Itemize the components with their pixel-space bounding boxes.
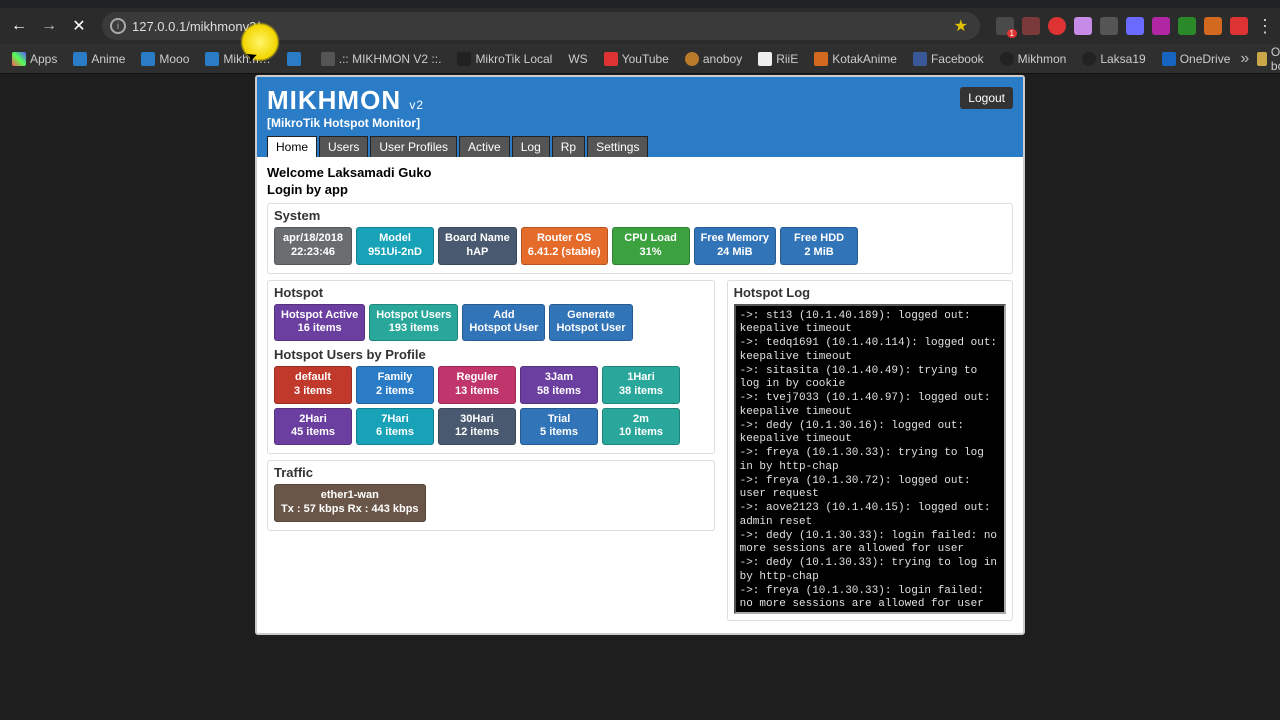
extension-icon[interactable]	[1126, 17, 1144, 35]
extension-icon[interactable]	[996, 17, 1014, 35]
apps-button[interactable]: Apps	[6, 50, 63, 68]
tile-generate[interactable]: GenerateHotspot User	[549, 304, 632, 342]
tile-cpu-load[interactable]: CPU Load31%	[612, 227, 690, 265]
tab-users[interactable]: Users	[319, 136, 368, 157]
tab-rp[interactable]: Rp	[552, 136, 585, 157]
extension-icon[interactable]	[1178, 17, 1196, 35]
back-button[interactable]: ←	[6, 13, 32, 39]
bookmark-item[interactable]: RiiE	[752, 50, 804, 68]
tile-apr-18-2018[interactable]: apr/18/201822:23:46	[274, 227, 352, 265]
app-brand: MIKHMON v2	[267, 85, 1013, 116]
bookmark-item[interactable]: MikroTik Local	[451, 50, 558, 68]
app-window: Logout MIKHMON v2 [MikroTik Hotspot Moni…	[255, 75, 1025, 635]
tab-settings[interactable]: Settings	[587, 136, 648, 157]
url-text: 127.0.0.1/mikhmonv2/	[132, 19, 260, 34]
tile-board-name[interactable]: Board NamehAP	[438, 227, 517, 265]
bookmark-item[interactable]: Laksa19	[1076, 50, 1151, 68]
traffic-tiles: ether1-wanTx : 57 kbps Rx : 443 kbps	[274, 484, 708, 522]
extension-icon[interactable]	[1048, 17, 1066, 35]
profile-tiles: default3 itemsFamily2 itemsReguler13 ite…	[274, 366, 694, 445]
profiles-title: Hotspot Users by Profile	[274, 347, 708, 362]
bookmark-overflow-icon[interactable]: »	[1240, 50, 1249, 68]
system-title: System	[274, 208, 1006, 223]
hotspot-log-title: Hotspot Log	[734, 285, 1006, 300]
tile-2hari[interactable]: 2Hari45 items	[274, 408, 352, 446]
tile-family[interactable]: Family2 items	[356, 366, 434, 404]
bookmark-item[interactable]: Anime	[67, 50, 131, 68]
stop-button[interactable]: ✕	[66, 13, 92, 39]
welcome-line: Welcome Laksamadi Guko	[267, 165, 1013, 180]
hotspot-tiles: Hotspot Active16 itemsHotspot Users193 i…	[274, 304, 708, 342]
nav-tabs: HomeUsersUser ProfilesActiveLogRpSetting…	[267, 136, 1013, 157]
extension-icon[interactable]	[1204, 17, 1222, 35]
tile-default[interactable]: default3 items	[274, 366, 352, 404]
logout-button[interactable]: Logout	[960, 87, 1013, 109]
system-panel: System apr/18/201822:23:46Model951Ui-2nD…	[267, 203, 1013, 274]
system-tiles: apr/18/201822:23:46Model951Ui-2nDBoard N…	[274, 227, 1006, 265]
bookmark-item[interactable]: Mikhm…	[199, 50, 276, 68]
tile-hotspot-users[interactable]: Hotspot Users193 items	[369, 304, 458, 342]
tile-model[interactable]: Model951Ui-2nD	[356, 227, 434, 265]
browser-toolbar: ← → ✕ i 127.0.0.1/mikhmonv2/ ★ ⋮	[0, 8, 1280, 44]
browser-tabstrip	[0, 0, 1280, 8]
tile-free-hdd[interactable]: Free HDD2 MiB	[780, 227, 858, 265]
bookmarks-bar: Apps Anime Mooo Mikhm… .:: MIKHMON V2 ::…	[0, 44, 1280, 74]
hotspot-log-panel: Hotspot Log ->: st13 (10.1.40.189): logg…	[727, 280, 1013, 621]
app-header: Logout MIKHMON v2 [MikroTik Hotspot Moni…	[257, 77, 1023, 157]
hotspot-title: Hotspot	[274, 285, 708, 300]
site-info-icon[interactable]: i	[110, 18, 126, 34]
tab-user-profiles[interactable]: User Profiles	[370, 136, 457, 157]
tile-router-os[interactable]: Router OS6.41.2 (stable)	[521, 227, 608, 265]
login-line: Login by app	[267, 182, 1013, 197]
tab-home[interactable]: Home	[267, 136, 317, 157]
bookmark-item[interactable]: Facebook	[907, 50, 990, 68]
traffic-title: Traffic	[274, 465, 708, 480]
tab-log[interactable]: Log	[512, 136, 550, 157]
extension-icon[interactable]	[1074, 17, 1092, 35]
bookmark-item[interactable]: KotakAnime	[808, 50, 903, 68]
menu-icon[interactable]: ⋮	[1256, 16, 1274, 37]
hotspot-log-text[interactable]: ->: st13 (10.1.40.189): logged out: keep…	[734, 304, 1006, 614]
tile-reguler[interactable]: Reguler13 items	[438, 366, 516, 404]
tile-ether1-wan[interactable]: ether1-wanTx : 57 kbps Rx : 443 kbps	[274, 484, 426, 522]
tile-3jam[interactable]: 3Jam58 items	[520, 366, 598, 404]
hotspot-panel: Hotspot Hotspot Active16 itemsHotspot Us…	[267, 280, 715, 455]
bookmark-item[interactable]: YouTube	[598, 50, 675, 68]
traffic-panel: Traffic ether1-wanTx : 57 kbps Rx : 443 …	[267, 460, 715, 531]
tile-2m[interactable]: 2m10 items	[602, 408, 680, 446]
tile-1hari[interactable]: 1Hari38 items	[602, 366, 680, 404]
tile-trial[interactable]: Trial5 items	[520, 408, 598, 446]
tile-add[interactable]: AddHotspot User	[462, 304, 545, 342]
bookmark-item[interactable]	[281, 50, 311, 68]
omnibox[interactable]: i 127.0.0.1/mikhmonv2/ ★	[102, 12, 980, 40]
bookmark-item[interactable]: anoboy	[679, 50, 748, 68]
tile-7hari[interactable]: 7Hari6 items	[356, 408, 434, 446]
tab-active[interactable]: Active	[459, 136, 510, 157]
app-subtitle: [MikroTik Hotspot Monitor]	[267, 116, 1013, 130]
tile-hotspot-active[interactable]: Hotspot Active16 items	[274, 304, 365, 342]
bookmark-item[interactable]: Mooo	[135, 50, 195, 68]
forward-button[interactable]: →	[36, 13, 62, 39]
other-bookmarks[interactable]: Other bookmarks	[1257, 45, 1280, 73]
extension-icon[interactable]	[1230, 17, 1248, 35]
tile-30hari[interactable]: 30Hari12 items	[438, 408, 516, 446]
bookmark-item[interactable]: Mikhmon	[994, 50, 1073, 68]
tile-free-memory[interactable]: Free Memory24 MiB	[694, 227, 776, 265]
bookmark-star-icon[interactable]: ★	[954, 16, 968, 36]
bookmark-item[interactable]: WS	[562, 50, 593, 68]
extension-icon[interactable]	[1022, 17, 1040, 35]
bookmark-item[interactable]: .:: MIKHMON V2 ::.	[315, 50, 448, 68]
extension-icon[interactable]	[1152, 17, 1170, 35]
bookmark-item[interactable]: OneDrive	[1156, 50, 1237, 68]
extension-icon[interactable]	[1100, 17, 1118, 35]
